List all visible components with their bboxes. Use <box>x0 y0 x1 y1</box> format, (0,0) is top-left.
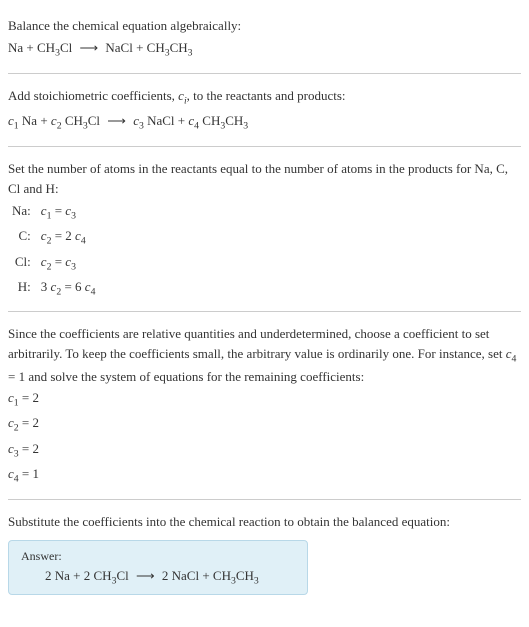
solution-line: c4 = 1 <box>8 464 521 487</box>
divider <box>8 73 521 74</box>
coeff-title-b: , to the reactants and products: <box>187 88 346 103</box>
table-row: H: 3 c2 = 6 c4 <box>10 276 101 301</box>
balance-equation: Na + CH3Cl ⟶ NaCl + CH3CH3 <box>8 38 521 61</box>
section-atom-balance: Set the number of atoms in the reactants… <box>8 151 521 307</box>
atom-equations-table: Na: c1 = c3 C: c2 = 2 c4 Cl: c2 = c3 H: … <box>10 200 101 301</box>
coeff-title-a: Add stoichiometric coefficients, <box>8 88 178 103</box>
section-balance: Balance the chemical equation algebraica… <box>8 8 521 69</box>
coeff-ci: ci <box>178 88 187 103</box>
substitute-text: Substitute the coefficients into the che… <box>8 512 521 532</box>
solution-line: c1 = 2 <box>8 388 521 411</box>
table-row: C: c2 = 2 c4 <box>10 225 101 250</box>
solve-text: Since the coefficients are relative quan… <box>8 324 521 386</box>
solution-line: c3 = 2 <box>8 439 521 462</box>
element-label: C: <box>10 225 39 250</box>
element-equation: 3 c2 = 6 c4 <box>39 276 102 301</box>
section-coefficients: Add stoichiometric coefficients, ci, to … <box>8 78 521 142</box>
section-solve: Since the coefficients are relative quan… <box>8 316 521 495</box>
element-equation: c2 = 2 c4 <box>39 225 102 250</box>
element-label: H: <box>10 276 39 301</box>
element-label: Cl: <box>10 251 39 276</box>
answer-box: Answer: 2 Na + 2 CH3Cl ⟶ 2 NaCl + CH3CH3 <box>8 540 308 596</box>
divider <box>8 499 521 500</box>
arrow-icon: ⟶ <box>79 38 98 58</box>
solution-line: c2 = 2 <box>8 413 521 436</box>
arrow-icon: ⟶ <box>136 568 155 584</box>
answer-equation: 2 Na + 2 CH3Cl ⟶ 2 NaCl + CH3CH3 <box>21 568 295 587</box>
reaction-with-coeffs: c1 Na + c2 CH3Cl ⟶ c3 NaCl + c4 CH3CH3 <box>8 113 248 128</box>
table-row: Cl: c2 = c3 <box>10 251 101 276</box>
divider <box>8 311 521 312</box>
arrow-icon: ⟶ <box>107 111 126 131</box>
coeff-title: Add stoichiometric coefficients, ci, to … <box>8 86 521 109</box>
reaction-unbalanced: Na + CH3Cl ⟶ NaCl + CH3CH3 <box>8 40 193 55</box>
table-row: Na: c1 = c3 <box>10 200 101 225</box>
element-equation: c1 = c3 <box>39 200 102 225</box>
element-equation: c2 = c3 <box>39 251 102 276</box>
section-answer: Substitute the coefficients into the che… <box>8 504 521 601</box>
element-label: Na: <box>10 200 39 225</box>
divider <box>8 146 521 147</box>
atom-balance-title: Set the number of atoms in the reactants… <box>8 159 521 198</box>
balance-title: Balance the chemical equation algebraica… <box>8 16 521 36</box>
answer-label: Answer: <box>21 549 295 564</box>
coeff-equation: c1 Na + c2 CH3Cl ⟶ c3 NaCl + c4 CH3CH3 <box>8 111 521 134</box>
